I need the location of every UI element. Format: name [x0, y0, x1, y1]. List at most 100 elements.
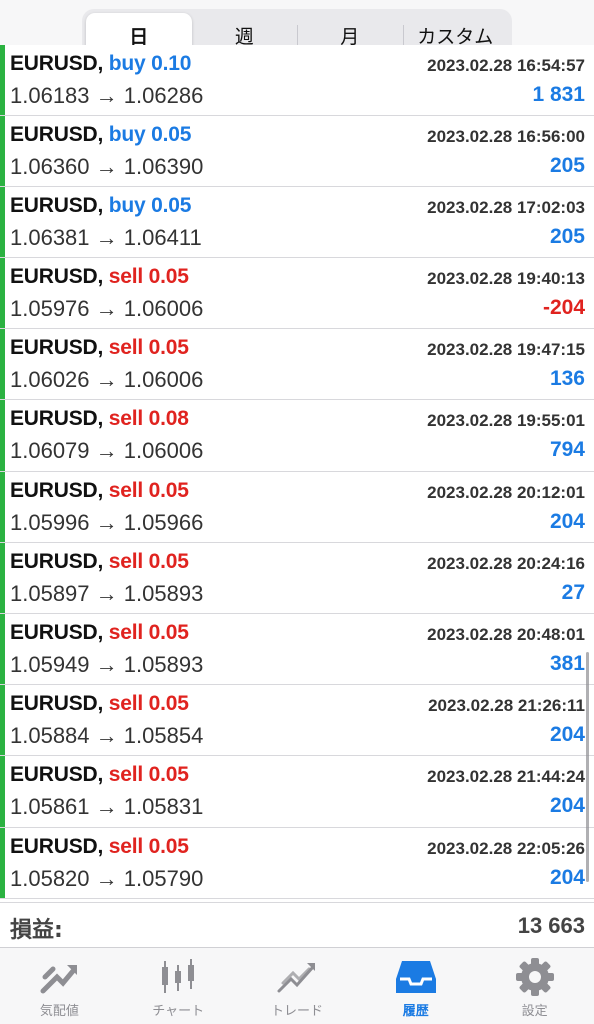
trade-side: sell [108, 407, 143, 431]
trade-symbol: EURUSD, buy 0.10 [10, 52, 191, 76]
trade-time: 2023.02.28 22:05:26 [427, 838, 585, 858]
history-icon [395, 961, 436, 993]
trade-row[interactable]: EURUSD, sell 0.05 2023.02.28 21:44:24 1.05… [0, 756, 594, 828]
trade-profit: 204 [549, 509, 585, 533]
tab-trade-label: トレード [270, 1004, 323, 1019]
arrow-right-icon: → [95, 865, 118, 891]
close-price: 1.05893 [123, 652, 204, 677]
trade-prices: 1.05976 → 1.06006 [10, 296, 203, 322]
trade-profit: -204 [542, 296, 585, 320]
trade-volume: 0.05 [148, 478, 189, 502]
open-price: 1.06079 [10, 438, 90, 464]
scrollbar[interactable] [586, 652, 589, 882]
trade-side: sell [108, 478, 143, 502]
trade-prices: 1.06183 → 1.06286 [10, 83, 203, 109]
trade-row[interactable]: EURUSD, buy 0.10 2023.02.28 16:54:57 1.061… [0, 45, 594, 116]
trade-status-bar [0, 542, 5, 613]
trade-profit: 204 [549, 723, 585, 747]
trade-side: sell [108, 265, 143, 289]
arrow-right-icon: → [95, 367, 118, 393]
bottom-tab-bar: 気配値 チャート トレード 履歴 設定 [0, 947, 594, 1024]
profit-total: 13 663 [517, 913, 585, 938]
trade-side: sell [108, 692, 143, 716]
tab-settings[interactable]: 設定 [475, 948, 594, 1024]
tab-settings-label: 設定 [521, 1004, 548, 1019]
symbol-name: EURUSD, [10, 621, 104, 644]
trade-volume: 0.05 [148, 336, 189, 360]
trade-time: 2023.02.28 19:47:15 [427, 340, 585, 360]
close-price: 1.06006 [123, 438, 204, 464]
tab-chart-label: チャート [152, 1004, 205, 1019]
trade-volume: 0.05 [148, 834, 189, 858]
trade-row[interactable]: EURUSD, buy 0.05 2023.02.28 16:56:00 1.063… [0, 115, 594, 187]
close-price: 1.05966 [123, 509, 204, 535]
trade-side: sell [108, 336, 143, 360]
trade-history-list[interactable]: EURUSD, buy 0.10 2023.02.28 16:54:57 1.061… [0, 45, 594, 902]
trade-symbol: EURUSD, sell 0.05 [10, 621, 189, 645]
symbol-name: EURUSD, [10, 193, 104, 217]
trade-volume: 0.05 [148, 549, 189, 573]
trade-side: buy [108, 193, 146, 217]
trade-side: buy [108, 51, 146, 75]
trade-volume: 0.05 [148, 621, 189, 644]
symbol-name: EURUSD, [10, 834, 104, 858]
trade-row[interactable]: EURUSD, sell 0.05 2023.02.28 20:24:16 1.05… [0, 542, 594, 614]
trade-row[interactable]: EURUSD, sell 0.05 2023.02.28 22:05:26 1.05… [0, 827, 594, 899]
arrow-right-icon: → [95, 652, 118, 677]
trade-side: sell [108, 834, 143, 858]
symbol-name: EURUSD, [10, 692, 104, 716]
trade-symbol: EURUSD, buy 0.05 [10, 194, 191, 218]
close-price: 1.05790 [123, 865, 204, 891]
close-price: 1.05854 [123, 723, 204, 749]
arrow-right-icon: → [95, 82, 118, 108]
chart-icon [162, 959, 195, 993]
trade-row[interactable]: EURUSD, sell 0.05 2023.02.28 20:48:01 1.05… [0, 614, 594, 686]
symbol-name: EURUSD, [10, 336, 104, 360]
open-price: 1.05996 [10, 509, 90, 535]
tab-chart[interactable]: チャート [119, 948, 238, 1024]
trade-time: 2023.02.28 20:48:01 [427, 625, 585, 644]
trade-prices: 1.05996 → 1.05966 [10, 510, 203, 536]
trade-side: sell [108, 549, 143, 573]
arrow-right-icon: → [95, 794, 118, 820]
tab-history[interactable]: 履歴 [356, 948, 475, 1024]
trade-volume: 0.05 [148, 763, 189, 787]
trade-row[interactable]: EURUSD, sell 0.08 2023.02.28 19:55:01 1.06… [0, 400, 594, 472]
trade-profit: 1 831 [532, 82, 585, 106]
trade-status-bar [0, 186, 5, 258]
trade-row[interactable]: EURUSD, sell 0.05 2023.02.28 19:47:15 1.06… [0, 329, 594, 401]
symbol-name: EURUSD, [10, 763, 104, 787]
trade-time: 2023.02.28 21:26:11 [428, 696, 585, 716]
trade-prices: 1.05897 → 1.05893 [10, 581, 203, 607]
trade-row[interactable]: EURUSD, sell 0.05 2023.02.28 20:12:01 1.05… [0, 471, 594, 543]
trade-status-bar [0, 115, 5, 186]
trade-time: 2023.02.28 19:55:01 [427, 411, 585, 431]
open-price: 1.05976 [10, 296, 90, 322]
trade-profit: 204 [549, 865, 585, 889]
open-price: 1.06026 [10, 367, 90, 393]
open-price: 1.06381 [10, 224, 90, 250]
close-price: 1.06390 [123, 153, 204, 179]
tab-trade[interactable]: トレード [238, 948, 357, 1024]
trade-side: sell [108, 621, 143, 644]
arrow-right-icon: → [95, 723, 118, 749]
symbol-name: EURUSD, [10, 478, 104, 502]
trade-side: buy [108, 122, 146, 146]
trade-profit: 381 [549, 652, 585, 675]
open-price: 1.06183 [10, 82, 90, 108]
trade-symbol: EURUSD, sell 0.08 [10, 407, 189, 431]
trade-row[interactable]: EURUSD, sell 0.05 2023.02.28 21:26:11 1.05… [0, 685, 594, 757]
trade-time: 2023.02.28 20:24:16 [427, 553, 585, 573]
trade-prices: 1.06381 → 1.06411 [10, 225, 202, 251]
trade-time: 2023.02.28 16:56:00 [427, 126, 585, 146]
trade-prices: 1.05861 → 1.05831 [10, 794, 203, 820]
trade-prices: 1.06026 → 1.06006 [10, 367, 203, 393]
tab-quotes[interactable]: 気配値 [0, 948, 119, 1024]
trade-time: 2023.02.28 20:12:01 [427, 482, 585, 502]
trade-row[interactable]: EURUSD, buy 0.05 2023.02.28 17:02:03 1.063… [0, 186, 594, 259]
trade-symbol: EURUSD, buy 0.05 [10, 123, 191, 147]
tab-quotes-label: 気配値 [39, 1004, 79, 1019]
trade-row[interactable]: EURUSD, sell 0.05 2023.02.28 19:40:13 1.05… [0, 258, 594, 330]
open-price: 1.06360 [10, 153, 90, 179]
open-price: 1.05861 [10, 794, 90, 820]
